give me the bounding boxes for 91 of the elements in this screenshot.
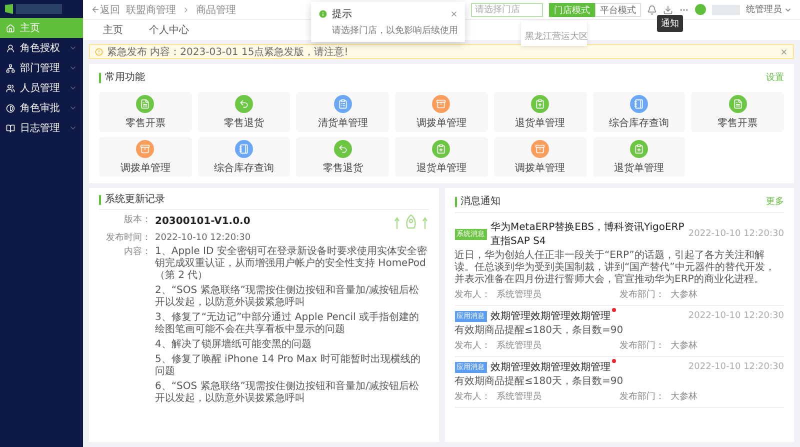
publisher-name: 系统管理员 xyxy=(496,288,542,301)
meta-label: 发布部门： xyxy=(619,340,664,352)
sidebar-item[interactable]: 日志管理 xyxy=(0,118,83,138)
arrow-left-icon xyxy=(91,5,100,14)
hierarchy-icon xyxy=(6,64,15,72)
alert-text: 紧急发布 内容：2023-03-01 15点紧急发版，请注意! xyxy=(107,46,350,58)
update-item: 2、“SOS 紧急联络”现需按住侧边按钮和音量加/减按钮后松开以发起，以防意外误拨紧急呼叫 xyxy=(155,285,420,309)
user-menu[interactable]: 统管理员 xyxy=(746,3,792,16)
chevron-down-icon xyxy=(69,124,77,132)
mode-toggle-button[interactable]: 平台模式 xyxy=(595,2,641,16)
message-body: 有效期商品提醒≤180天，条目数=90 xyxy=(454,325,624,337)
chevron-down-icon xyxy=(69,104,77,112)
chevron-down-icon xyxy=(69,44,77,52)
back-link[interactable]: 返回 xyxy=(91,2,120,16)
shortcut-tile[interactable]: 清货单管理 xyxy=(296,92,390,132)
release-time: 2022-10-10 12:20:30 xyxy=(155,232,252,244)
field-label: 发布时间： xyxy=(105,232,151,244)
shortcut-tile[interactable]: 退货单管理 xyxy=(592,137,686,177)
message-title[interactable]: 效期管理效期管理效期管理 xyxy=(490,309,684,323)
message-body: 有效期商品提醒≤180天，条目数=90 xyxy=(454,376,624,388)
download-icon xyxy=(663,4,673,14)
close-icon xyxy=(780,48,788,56)
message-title[interactable]: 华为MetaERP替换EBS，博科资讯YigoERP直指SAP S4 xyxy=(490,220,684,248)
card-title: 系统更新记录 xyxy=(99,195,165,205)
field-label: 内容： xyxy=(123,246,151,258)
chevron-down-icon xyxy=(69,64,77,72)
message-time: 2022-10-10 12:20:30 xyxy=(688,311,784,321)
card-title: 常用功能 xyxy=(99,72,145,82)
shortcut-tile[interactable]: 调拨单管理 xyxy=(494,137,587,177)
version-text: 20300101-V1.0.0 xyxy=(155,216,250,228)
field-label: 版本： xyxy=(123,214,151,226)
chevron-down-icon xyxy=(69,84,77,92)
department-name: 大参林 xyxy=(670,340,698,352)
shortcut-tile[interactable]: 零售开票 xyxy=(691,92,784,132)
toast-message: 请选择门店，以免影响后续使用 xyxy=(331,24,458,37)
meta-label: 发布人： xyxy=(454,340,490,352)
department-name: 大参林 xyxy=(670,288,698,301)
shortcut-tile[interactable]: 综合库存查询 xyxy=(198,137,290,177)
update-item: 3、修复了“无边记”中部分通过 Apple Pencil 或手指创建的绘图笔画可能不会在共享看板中显示的问题 xyxy=(155,312,420,336)
shortcut-tile[interactable]: 调拨单管理 xyxy=(99,137,192,177)
close-button[interactable] xyxy=(450,10,458,18)
message-time: 2022-10-10 12:20:30 xyxy=(688,229,784,239)
store-select-field[interactable]: 请选择门店 xyxy=(471,2,543,16)
publisher-name: 系统管理员 xyxy=(496,390,542,403)
toast-title: 提示 xyxy=(332,8,353,21)
close-icon xyxy=(450,10,458,18)
tab[interactable]: 个人中心 xyxy=(149,23,189,37)
shortcut-tile[interactable]: 调拨单管理 xyxy=(395,92,488,132)
update-item: 6、“SOS 紧急联络”现需按住侧边按钮和音量加/减按钮后松开以发起，以防意外误拨紧急呼叫 xyxy=(155,381,420,405)
chevron-right-icon xyxy=(182,6,190,14)
update-item: 5、修复了唤醒 iPhone 14 Pro Max 时可能暂时出现横线的问题 xyxy=(155,354,422,378)
update-item: 1、Apple ID 安全密钥可在登录新设备时要求使用实体安全密钥完成双重认证，从而增强用户帐户的安全性支持 HomePod（第 2 代） xyxy=(155,246,428,282)
shortcut-tile[interactable]: 零售退货 xyxy=(296,137,390,177)
breadcrumb: 商品管理 xyxy=(196,4,236,16)
shortcut-tile[interactable]: 退货单管理 xyxy=(395,137,488,177)
bell-icon xyxy=(647,4,657,14)
book-icon xyxy=(6,124,15,132)
card-title: 消息通知 xyxy=(454,196,500,206)
shortcut-tile[interactable]: 综合库存查询 xyxy=(592,92,686,132)
update-item: 4、解决了锁屏墙纸可能变黑的问题 xyxy=(155,339,312,351)
blurred-name xyxy=(712,4,740,14)
meta-label: 发布人： xyxy=(454,390,490,403)
sidebar-item[interactable]: 部门管理 xyxy=(0,58,83,78)
publisher-name: 系统管理员 xyxy=(496,340,542,352)
shortcut-tile[interactable]: 退货单管理 xyxy=(494,92,587,132)
department-name: 大参林 xyxy=(670,390,698,403)
shortcut-tile[interactable]: 零售退货 xyxy=(198,92,290,132)
meta-label: 发布部门： xyxy=(619,288,664,301)
tooltip: 通知 xyxy=(657,15,683,32)
shortcut-tile[interactable]: 零售开票 xyxy=(99,92,192,132)
warning-icon xyxy=(95,48,103,56)
message-body: 近日，华为创始人任正非一段关于“ERP”的话题，引起了各方关注和解读。任总谈到华为受到美国制裁，讲到“国产替代”中元器件的替代开发，并表示准备在四月份进行誓师大会，官宣推动华为ERP的商业化进程。 xyxy=(454,250,776,286)
message-time: 2022-10-10 12:20:30 xyxy=(688,362,784,372)
sidebar-item[interactable]: 角色授权 xyxy=(0,38,83,58)
close-button[interactable] xyxy=(780,48,788,56)
sidebar-item[interactable]: 角色审批 xyxy=(0,98,83,118)
people-icon xyxy=(6,84,15,92)
sidebar-item[interactable]: 人员管理 xyxy=(0,78,83,98)
meta-label: 发布部门： xyxy=(619,390,664,403)
meta-label: 发布人： xyxy=(454,288,490,301)
info-icon xyxy=(318,9,328,19)
avatar-icon xyxy=(695,4,706,15)
notification-button[interactable] xyxy=(647,4,657,14)
breadcrumb: 联盟商管理 xyxy=(126,4,176,16)
person-icon xyxy=(6,44,15,52)
half-circle-icon xyxy=(6,104,15,112)
home-icon xyxy=(6,24,15,32)
message-title[interactable]: 效期管理效期管理效期管理 xyxy=(490,360,684,374)
tab[interactable]: 主页 xyxy=(103,23,123,37)
rocket-drawing xyxy=(392,214,428,230)
download-button[interactable] xyxy=(663,4,673,14)
